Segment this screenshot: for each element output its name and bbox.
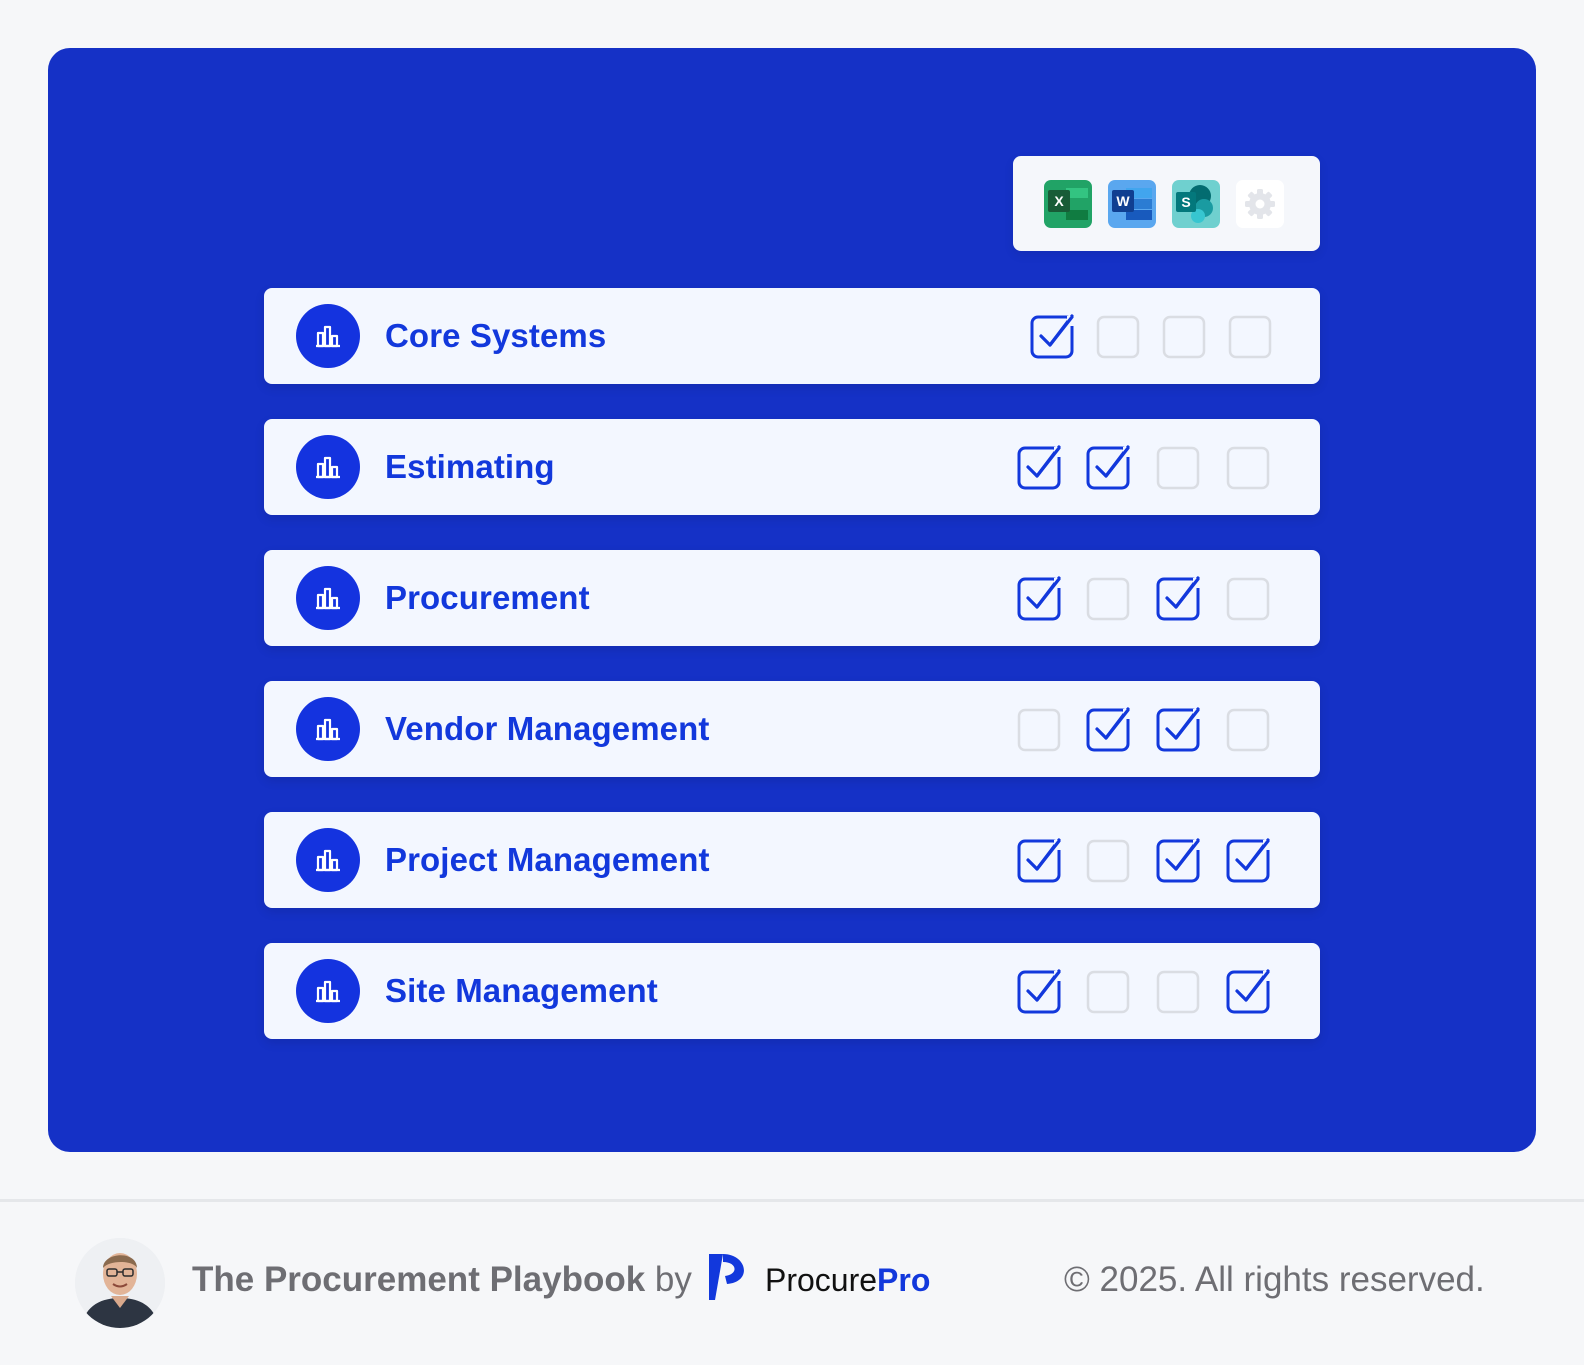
checkbox-group — [264, 681, 1320, 777]
word-icon[interactable]: W — [1108, 180, 1156, 228]
integrations-bar: X W S — [1013, 156, 1320, 251]
checkbox-checked[interactable] — [1030, 313, 1076, 359]
checkbox-group — [264, 288, 1320, 384]
category-row[interactable]: Estimating — [264, 419, 1320, 515]
checkbox-unchecked[interactable] — [1096, 313, 1142, 359]
checkbox-checked[interactable] — [1156, 575, 1202, 621]
checkbox-unchecked[interactable] — [1228, 313, 1274, 359]
checkbox-group — [264, 812, 1320, 908]
checkbox-checked[interactable] — [1017, 575, 1063, 621]
checkbox-unchecked[interactable] — [1162, 313, 1208, 359]
svg-text:W: W — [1116, 193, 1130, 209]
sharepoint-icon[interactable]: S — [1172, 180, 1220, 228]
checkbox-unchecked[interactable] — [1156, 444, 1202, 490]
checkbox-unchecked[interactable] — [1086, 575, 1132, 621]
category-row[interactable]: Procurement — [264, 550, 1320, 646]
footer: The Procurement Playbook by ProcurePro ©… — [0, 1202, 1584, 1365]
category-row[interactable]: Project Management — [264, 812, 1320, 908]
playbook-title: The Procurement Playbook — [192, 1260, 646, 1299]
checkbox-checked[interactable] — [1226, 968, 1272, 1014]
checkbox-checked[interactable] — [1226, 837, 1272, 883]
main-panel: X W S Core Systems Estimating Procuremen… — [48, 48, 1536, 1152]
svg-text:X: X — [1054, 193, 1064, 209]
playbook-credit: The Procurement Playbook by — [192, 1258, 692, 1302]
checkbox-group — [264, 943, 1320, 1039]
by-label: by — [654, 1260, 692, 1299]
excel-icon[interactable]: X — [1044, 180, 1092, 228]
checkbox-checked[interactable] — [1086, 706, 1132, 752]
svg-text:S: S — [1181, 194, 1190, 210]
procurepro-logo-icon[interactable] — [707, 1252, 749, 1302]
checkbox-unchecked[interactable] — [1017, 706, 1063, 752]
checkbox-checked[interactable] — [1156, 706, 1202, 752]
procurepro-logo-text[interactable]: ProcurePro — [765, 1258, 930, 1302]
checkbox-unchecked[interactable] — [1156, 968, 1202, 1014]
checkbox-unchecked[interactable] — [1226, 706, 1272, 752]
brand-suffix: Pro — [877, 1262, 931, 1298]
checkbox-unchecked[interactable] — [1226, 444, 1272, 490]
checkbox-checked[interactable] — [1086, 444, 1132, 490]
checkbox-group — [264, 419, 1320, 515]
checkbox-unchecked[interactable] — [1086, 837, 1132, 883]
category-row[interactable]: Vendor Management — [264, 681, 1320, 777]
category-row[interactable]: Site Management — [264, 943, 1320, 1039]
checkbox-unchecked[interactable] — [1226, 575, 1272, 621]
checkbox-checked[interactable] — [1017, 444, 1063, 490]
checkbox-group — [264, 550, 1320, 646]
author-avatar — [75, 1238, 165, 1328]
checkbox-unchecked[interactable] — [1086, 968, 1132, 1014]
brand-prefix: Procure — [765, 1262, 878, 1298]
checkbox-checked[interactable] — [1017, 968, 1063, 1014]
copyright-notice: © 2025. All rights reserved. — [1064, 1260, 1485, 1299]
category-row[interactable]: Core Systems — [264, 288, 1320, 384]
checkbox-checked[interactable] — [1156, 837, 1202, 883]
gear-icon[interactable] — [1236, 180, 1284, 228]
checkbox-checked[interactable] — [1017, 837, 1063, 883]
